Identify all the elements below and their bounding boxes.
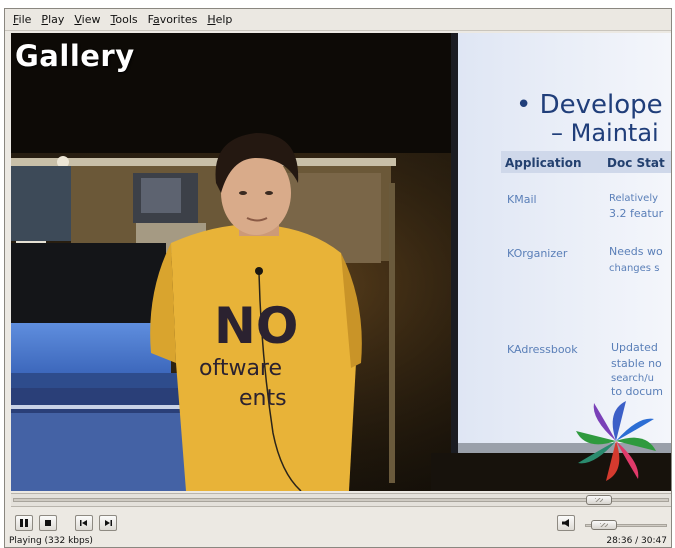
slide-col-application: Application — [505, 156, 582, 170]
status-bar: Playing (332 kbps) 28:36 / 30:47 — [5, 535, 671, 547]
slide-col-doc-status: Doc Stat — [607, 156, 665, 170]
slide-row-doc: Relatively — [609, 193, 658, 204]
stop-button[interactable] — [39, 515, 57, 531]
menu-favorites[interactable]: Favorites — [144, 13, 204, 26]
menu-view[interactable]: View — [70, 13, 106, 26]
slide-row-app: KOrganizer — [507, 247, 568, 260]
menu-tools[interactable]: Tools — [107, 13, 144, 26]
seek-bar[interactable] — [11, 493, 671, 507]
previous-icon — [80, 520, 87, 526]
pause-button[interactable] — [15, 515, 33, 531]
playback-status: Playing (332 kbps) — [9, 536, 93, 546]
slide-row-doc: changes s — [609, 263, 659, 274]
slide-row-doc: search/u — [611, 373, 654, 384]
seek-track[interactable] — [13, 498, 669, 502]
menu-bar: File Play View Tools Favorites Help — [5, 9, 671, 31]
slide-title-line1: • Develope — [516, 90, 663, 120]
slide-row-doc: stable no — [611, 357, 662, 370]
slide-title-line2: – Maintai — [551, 119, 659, 147]
pause-icon — [20, 519, 28, 527]
seek-handle[interactable] — [586, 495, 613, 505]
slide-row-app: KMail — [507, 193, 537, 206]
playback-controls — [5, 509, 671, 537]
next-button[interactable] — [99, 515, 117, 531]
next-icon — [105, 520, 112, 526]
video-display[interactable]: NO oftware ents • Develope – Maintai App… — [11, 33, 671, 491]
video-frame: NO oftware ents • Develope – Maintai App… — [11, 33, 671, 491]
video-overlay-title: Gallery — [15, 39, 135, 73]
mute-button[interactable] — [557, 515, 575, 531]
previous-button[interactable] — [75, 515, 93, 531]
slide-row-doc: Updated — [611, 341, 658, 354]
shirt-text-no: NO — [214, 297, 298, 355]
time-display: 28:36 / 30:47 — [606, 536, 667, 546]
slide-row-doc: to docum — [611, 385, 663, 398]
stop-icon — [45, 520, 51, 526]
volume-slider[interactable] — [590, 520, 617, 530]
media-player-window: File Play View Tools Favorites Help NO o… — [4, 8, 672, 548]
slide-row-app: KAdressbook — [507, 343, 578, 356]
shirt-text-software: oftware — [199, 356, 282, 381]
slide-row-doc: 3.2 featur — [609, 207, 664, 220]
menu-play[interactable]: Play — [37, 13, 70, 26]
menu-file[interactable]: File — [9, 13, 37, 26]
speaker-icon — [562, 519, 569, 527]
slide-row-doc: Needs wo — [609, 245, 663, 258]
menu-help[interactable]: Help — [203, 13, 238, 26]
shirt-text-patents: ents — [239, 386, 287, 411]
